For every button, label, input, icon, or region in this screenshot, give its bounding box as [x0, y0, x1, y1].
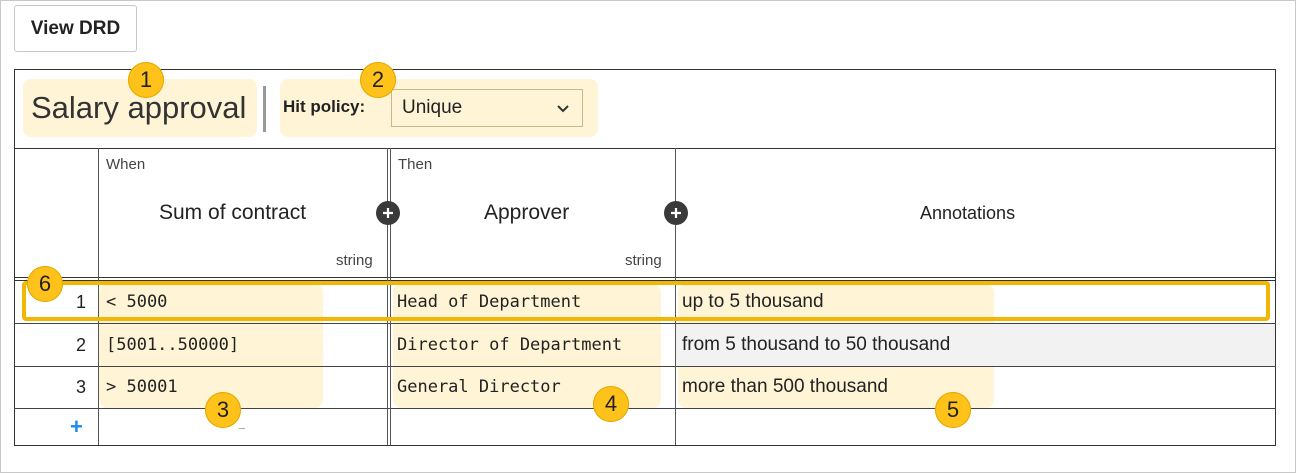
- row-divider-2: [14, 366, 1276, 367]
- row-divider-1: [14, 323, 1276, 324]
- callout-badge: 5: [935, 392, 971, 428]
- add-input-column-button[interactable]: [376, 201, 400, 225]
- title-separator: [263, 86, 266, 132]
- resize-handle[interactable]: [239, 428, 245, 429]
- input-section-label: When: [106, 156, 146, 173]
- output-section-label: Then: [398, 156, 433, 173]
- view-drd-button[interactable]: View DRD: [14, 5, 137, 52]
- input-cell[interactable]: > 50001: [106, 377, 178, 397]
- output-cell[interactable]: General Director: [397, 377, 561, 397]
- row-divider-3: [14, 408, 1276, 409]
- chevron-down-icon: [557, 105, 569, 113]
- callout-badge: 3: [205, 392, 241, 428]
- input-column-header[interactable]: Sum of contract: [159, 201, 306, 225]
- header-divider: [14, 148, 1276, 149]
- plus-icon: [383, 208, 393, 218]
- add-output-column-button[interactable]: [664, 201, 688, 225]
- callout-badge: 6: [27, 266, 63, 302]
- callout-badge: 1: [128, 62, 164, 98]
- input-cell[interactable]: [5001..50000]: [106, 335, 239, 355]
- output-column-header[interactable]: Approver: [484, 201, 569, 225]
- header-bottom-line: [14, 277, 1276, 278]
- add-rule-button[interactable]: +: [70, 414, 83, 440]
- row-number: 2: [75, 335, 86, 355]
- annotation-cell[interactable]: from 5 thousand to 50 thousand: [682, 334, 950, 356]
- callout-badge: 2: [360, 62, 396, 98]
- hit-policy-select[interactable]: Unique: [391, 89, 583, 127]
- annotations-column-header: Annotations: [920, 203, 1016, 223]
- rule-row-outline: [22, 281, 1270, 321]
- input-column-type[interactable]: string: [336, 252, 373, 269]
- callout-badge: 4: [593, 386, 629, 422]
- hit-policy-value: Unique: [402, 97, 463, 118]
- row-number: 3: [75, 377, 86, 397]
- annotation-cell[interactable]: more than 500 thousand: [682, 376, 888, 398]
- output-cell[interactable]: Director of Department: [397, 335, 622, 355]
- hit-policy-label: Hit policy:: [283, 97, 366, 116]
- output-column-type[interactable]: string: [625, 252, 662, 269]
- plus-icon: [671, 208, 681, 218]
